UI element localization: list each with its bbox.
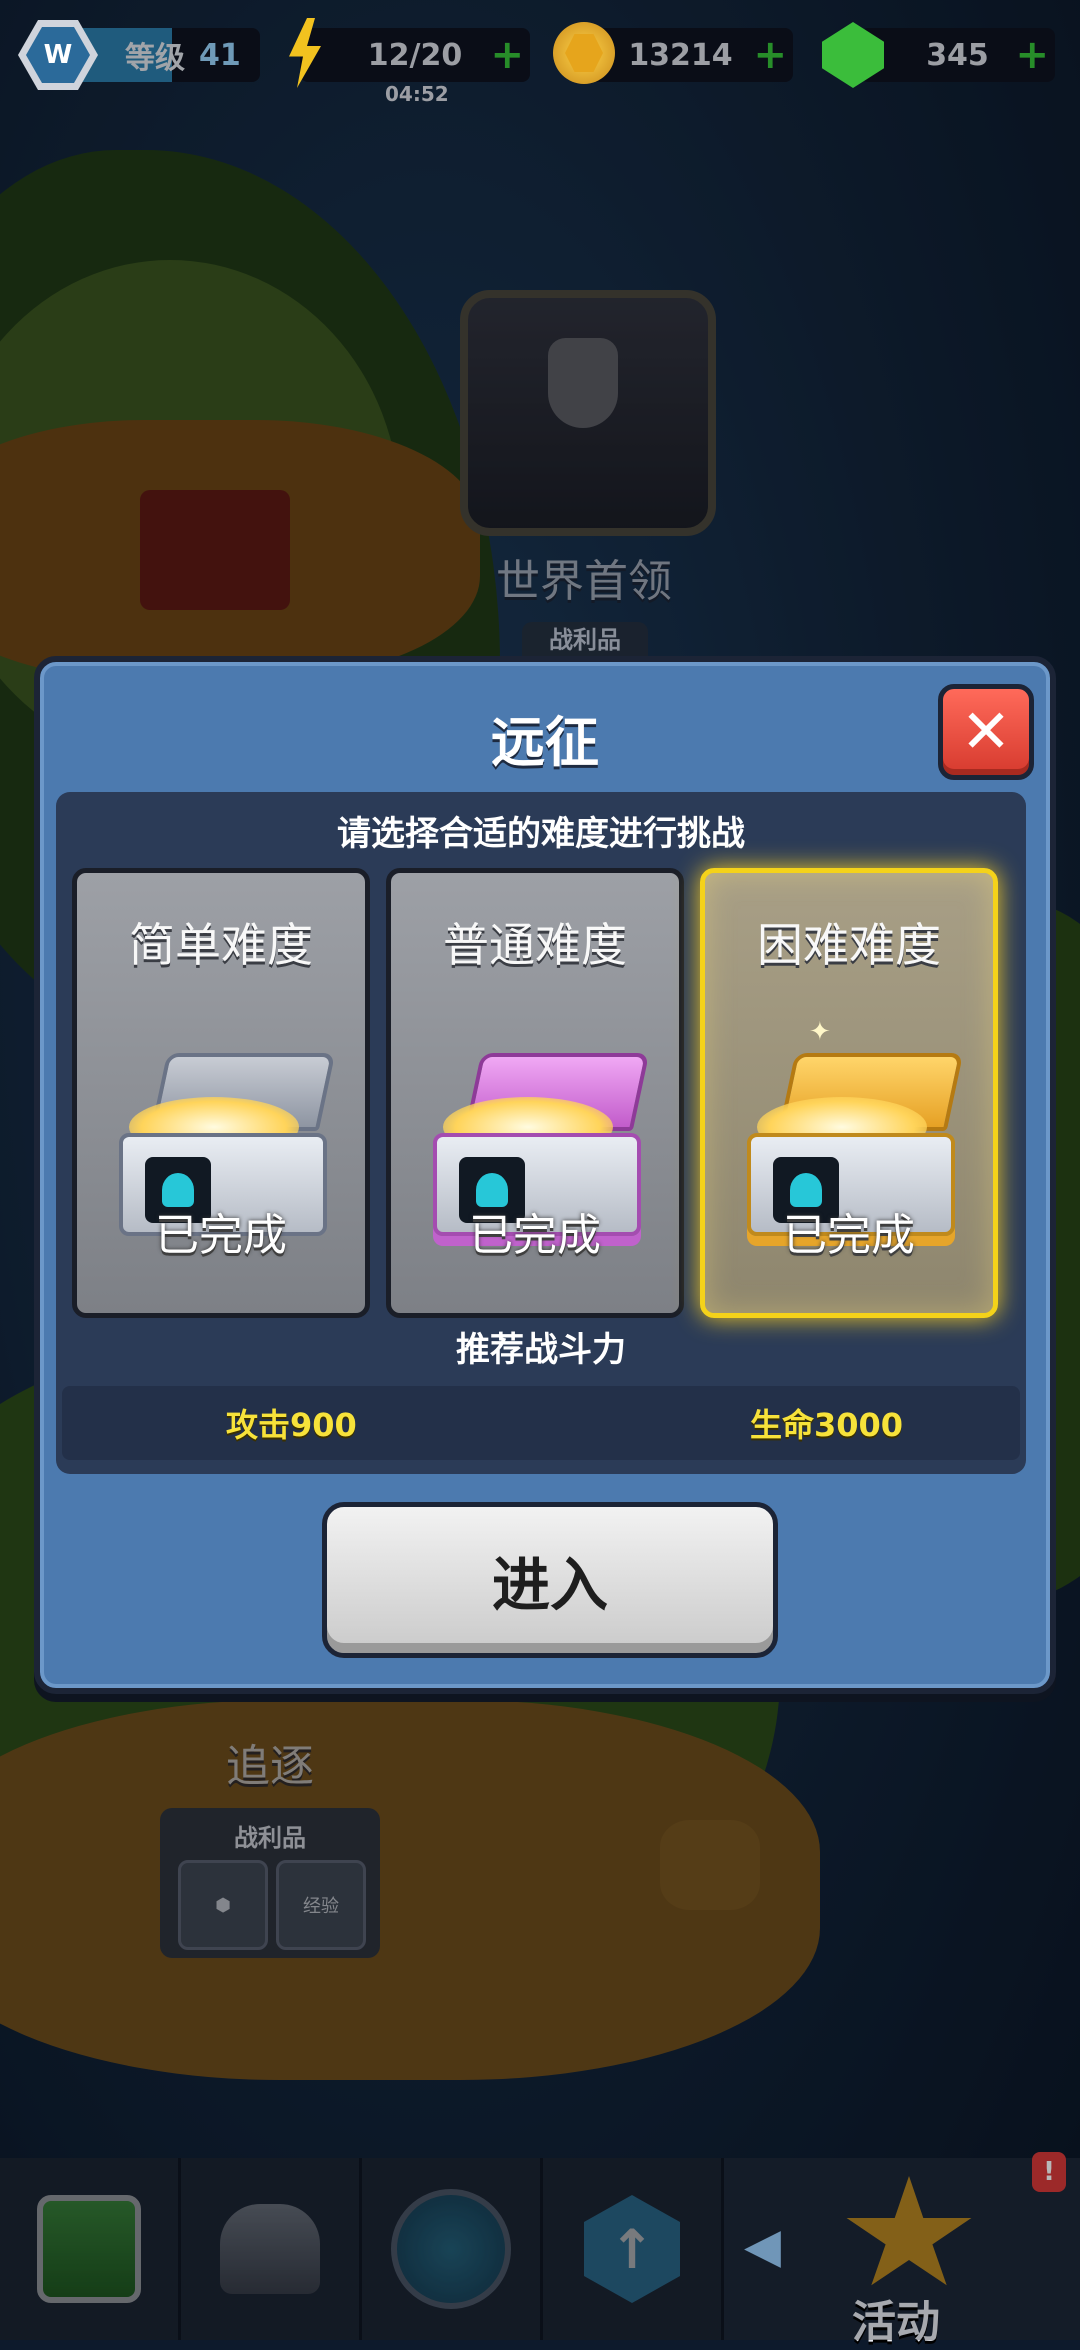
recommended-power-title: 推荐战斗力 — [456, 1330, 626, 1370]
completed-status: 已完成 — [155, 1210, 287, 1261]
difficulty-card-easy[interactable]: 简单难度 已完成 — [72, 868, 370, 1318]
silver-chest-icon — [119, 1053, 336, 1236]
enter-label: 进入 — [491, 1551, 608, 1619]
difficulty-panel: 请选择合适的难度进行挑战 简单难度 已完成 普通难度 已完成 困难难度 ✦ 已完… — [56, 792, 1026, 1474]
enter-button[interactable]: 进入 — [322, 1502, 778, 1658]
attack-requirement: 攻击900 — [226, 1406, 357, 1444]
difficulty-label: 困难难度 — [757, 918, 941, 972]
health-requirement: 生命3000 — [750, 1406, 904, 1444]
difficulty-label: 简单难度 — [129, 918, 313, 972]
expedition-dialog: 远征 ✕ 请选择合适的难度进行挑战 简单难度 已完成 普通难度 已完成 困难难度… — [34, 656, 1056, 1694]
difficulty-card-normal[interactable]: 普通难度 已完成 — [386, 868, 684, 1318]
completed-status: 已完成 — [469, 1210, 601, 1261]
coin-icon — [553, 22, 615, 84]
close-icon: ✕ — [960, 697, 1012, 767]
sparkle-icon: ✦ — [809, 1017, 831, 1047]
recommended-stats-bar: 攻击900 生命3000 — [62, 1386, 1020, 1460]
difficulty-prompt: 请选择合适的难度进行挑战 — [337, 814, 745, 854]
dialog-title: 远征 — [491, 711, 599, 774]
purple-chest-icon — [433, 1053, 650, 1236]
difficulty-card-hard[interactable]: 困难难度 ✦ 已完成 — [700, 868, 998, 1318]
gold-chest-icon — [747, 1053, 964, 1236]
completed-status: 已完成 — [783, 1210, 915, 1261]
difficulty-label: 普通难度 — [443, 918, 627, 972]
close-button[interactable]: ✕ — [938, 684, 1034, 780]
